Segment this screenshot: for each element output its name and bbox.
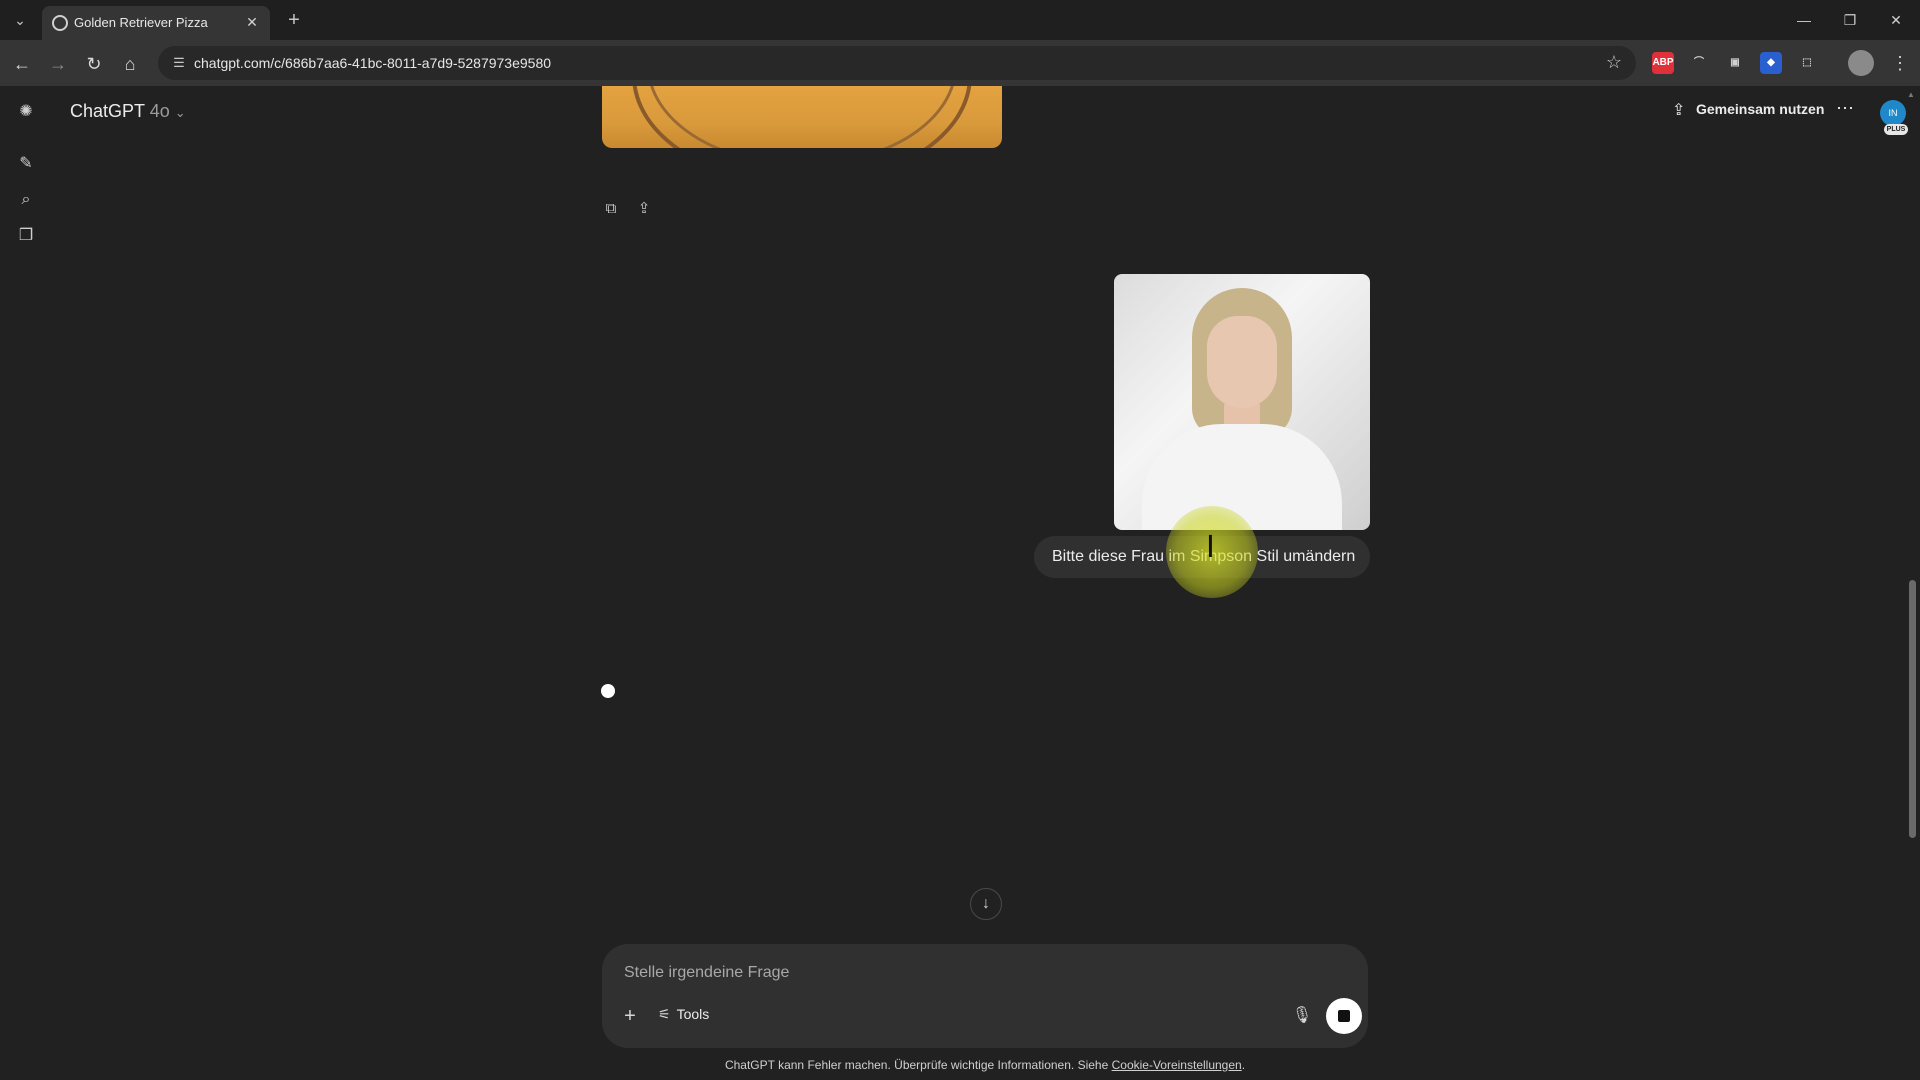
extension-arc-icon[interactable]: ⌒ (1688, 52, 1710, 74)
sidebar: ✺ ✎ ⌕ ❒ (0, 86, 52, 1080)
generated-pizza-image[interactable] (602, 86, 1002, 148)
new-chat-icon[interactable]: ✎ (14, 152, 38, 176)
maximize-button[interactable]: ❐ (1830, 6, 1870, 34)
more-options-icon[interactable]: ⋯ (1836, 98, 1854, 119)
scrollbar-thumb[interactable] (1909, 580, 1916, 838)
tools-button[interactable]: ⚟ Tools (658, 1006, 709, 1023)
openai-logo-icon[interactable]: ✺ (14, 100, 38, 124)
share-response-icon[interactable]: ⇪ (633, 198, 655, 220)
disclaimer-text: ChatGPT kann Fehler machen. Überprüfe wi… (724, 1058, 1112, 1072)
browser-tab[interactable]: Golden Retriever Pizza ✕ (42, 6, 270, 40)
reload-icon[interactable]: ↻ (80, 50, 108, 78)
browser-menu-icon[interactable]: ⋮ (1890, 50, 1910, 76)
window-close-button[interactable]: ✕ (1876, 6, 1916, 34)
stop-icon (1338, 1010, 1350, 1022)
scroll-down-button[interactable]: ↓ (970, 888, 1002, 920)
share-icon[interactable]: ⇪ (1672, 100, 1685, 120)
plus-badge: PLUS (1884, 124, 1908, 135)
composer: Stelle irgendeine Frage + ⚟ Tools 🎙 (602, 944, 1368, 1048)
scroll-up-arrow-icon[interactable]: ▲ (1907, 90, 1915, 99)
home-icon[interactable]: ⌂ (116, 50, 144, 78)
tab-close-icon[interactable]: ✕ (242, 12, 262, 32)
minimize-button[interactable]: — (1784, 6, 1824, 34)
microphone-icon[interactable]: 🎙 (1288, 1002, 1316, 1030)
browser-profile-avatar[interactable] (1848, 50, 1874, 76)
tab-search-chevron-icon[interactable]: ⌄ (8, 8, 32, 32)
avatar[interactable]: IN (1880, 100, 1906, 126)
chatgpt-favicon-icon (52, 15, 68, 31)
add-attachment-button[interactable]: + (616, 1002, 644, 1030)
chevron-down-icon: ⌄ (174, 105, 186, 120)
response-loading-dot (601, 684, 615, 698)
search-icon[interactable]: ⌕ (14, 188, 38, 212)
url-text[interactable]: chatgpt.com/c/686b7aa6-41bc-8011-a7d9-52… (194, 55, 551, 71)
prompt-input[interactable]: Stelle irgendeine Frage (624, 964, 789, 982)
new-tab-button[interactable]: + (282, 8, 306, 32)
cookie-settings-link[interactable]: Cookie-Voreinstellungen (1112, 1058, 1242, 1072)
sliders-icon: ⚟ (658, 1006, 671, 1022)
bookmark-star-icon[interactable]: ☆ (1606, 52, 1622, 73)
browser-toolbar: ← → ↻ ⌂ ☰ chatgpt.com/c/686b7aa6-41bc-80… (0, 40, 1920, 86)
stop-generating-button[interactable] (1326, 998, 1362, 1034)
site-settings-icon[interactable]: ☰ (170, 54, 188, 72)
back-arrow-icon[interactable]: ← (8, 50, 36, 78)
abp-icon[interactable]: ABP (1652, 52, 1674, 74)
copy-icon[interactable]: ⧉ (600, 198, 622, 220)
library-icon[interactable]: ❒ (14, 224, 38, 248)
address-bar[interactable]: ☰ chatgpt.com/c/686b7aa6-41bc-8011-a7d9-… (158, 46, 1636, 80)
disclaimer-footer: ChatGPT kann Fehler machen. Überprüfe wi… (0, 1058, 1920, 1072)
bitwarden-icon[interactable]: ◆ (1760, 52, 1782, 74)
uploaded-woman-photo[interactable] (1114, 274, 1370, 530)
camera-icon[interactable]: ▣ (1724, 52, 1746, 74)
tools-label: Tools (676, 1006, 710, 1022)
browser-tab-bar: ⌄ Golden Retriever Pizza ✕ + — ❐ ✕ (0, 0, 1920, 40)
share-button[interactable]: Gemeinsam nutzen (1696, 101, 1824, 117)
disclaimer-end: . (1241, 1058, 1246, 1072)
model-selector[interactable]: ChatGPT 4o ⌄ (70, 101, 186, 122)
tab-title: Golden Retriever Pizza (74, 15, 208, 30)
forward-arrow-icon[interactable]: → (44, 50, 72, 78)
text-cursor-icon: I (1206, 530, 1215, 565)
model-version: 4o (149, 101, 170, 121)
puzzle-icon[interactable]: ⬚ (1796, 52, 1818, 74)
model-name: ChatGPT (70, 101, 145, 121)
